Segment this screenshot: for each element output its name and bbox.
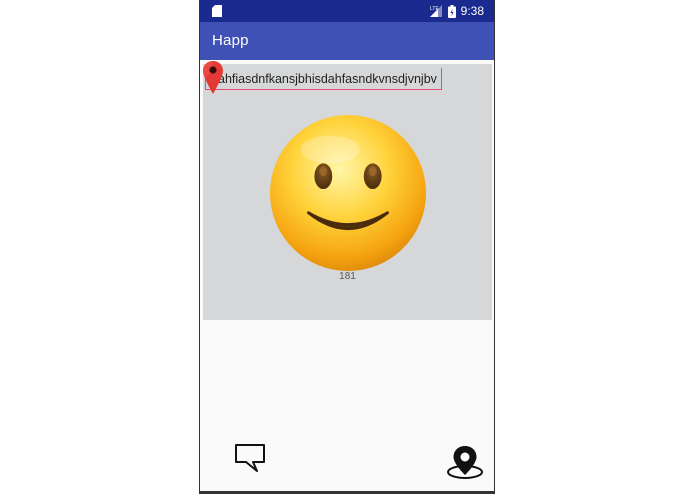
app-title: Happ [212,32,249,49]
text-input-field[interactable]: ahfiasdnfkansjbhisdahfasndkvnsdjvnjbv [205,68,442,90]
phone-screen: LTE 9:38 Happ ahfiasdnfkansjbhisdahfasnd… [199,0,495,494]
app-bar: Happ [200,22,494,60]
map-pin-icon[interactable] [202,60,224,96]
status-icons: LTE 9:38 [429,4,484,18]
signal-icon: LTE [429,5,442,17]
chat-bubble-icon[interactable] [233,443,267,473]
count-label: 181 [339,271,356,282]
smiley-face-icon [269,114,427,272]
sd-card-icon [212,5,222,17]
status-time: 9:38 [460,4,484,18]
battery-icon [447,4,456,18]
status-bar: LTE 9:38 [200,0,494,22]
location-pin-icon[interactable] [445,444,485,480]
content-card: ahfiasdnfkansjbhisdahfasndkvnsdjvnjbv 18… [203,61,492,320]
svg-text:LTE: LTE [430,6,439,12]
